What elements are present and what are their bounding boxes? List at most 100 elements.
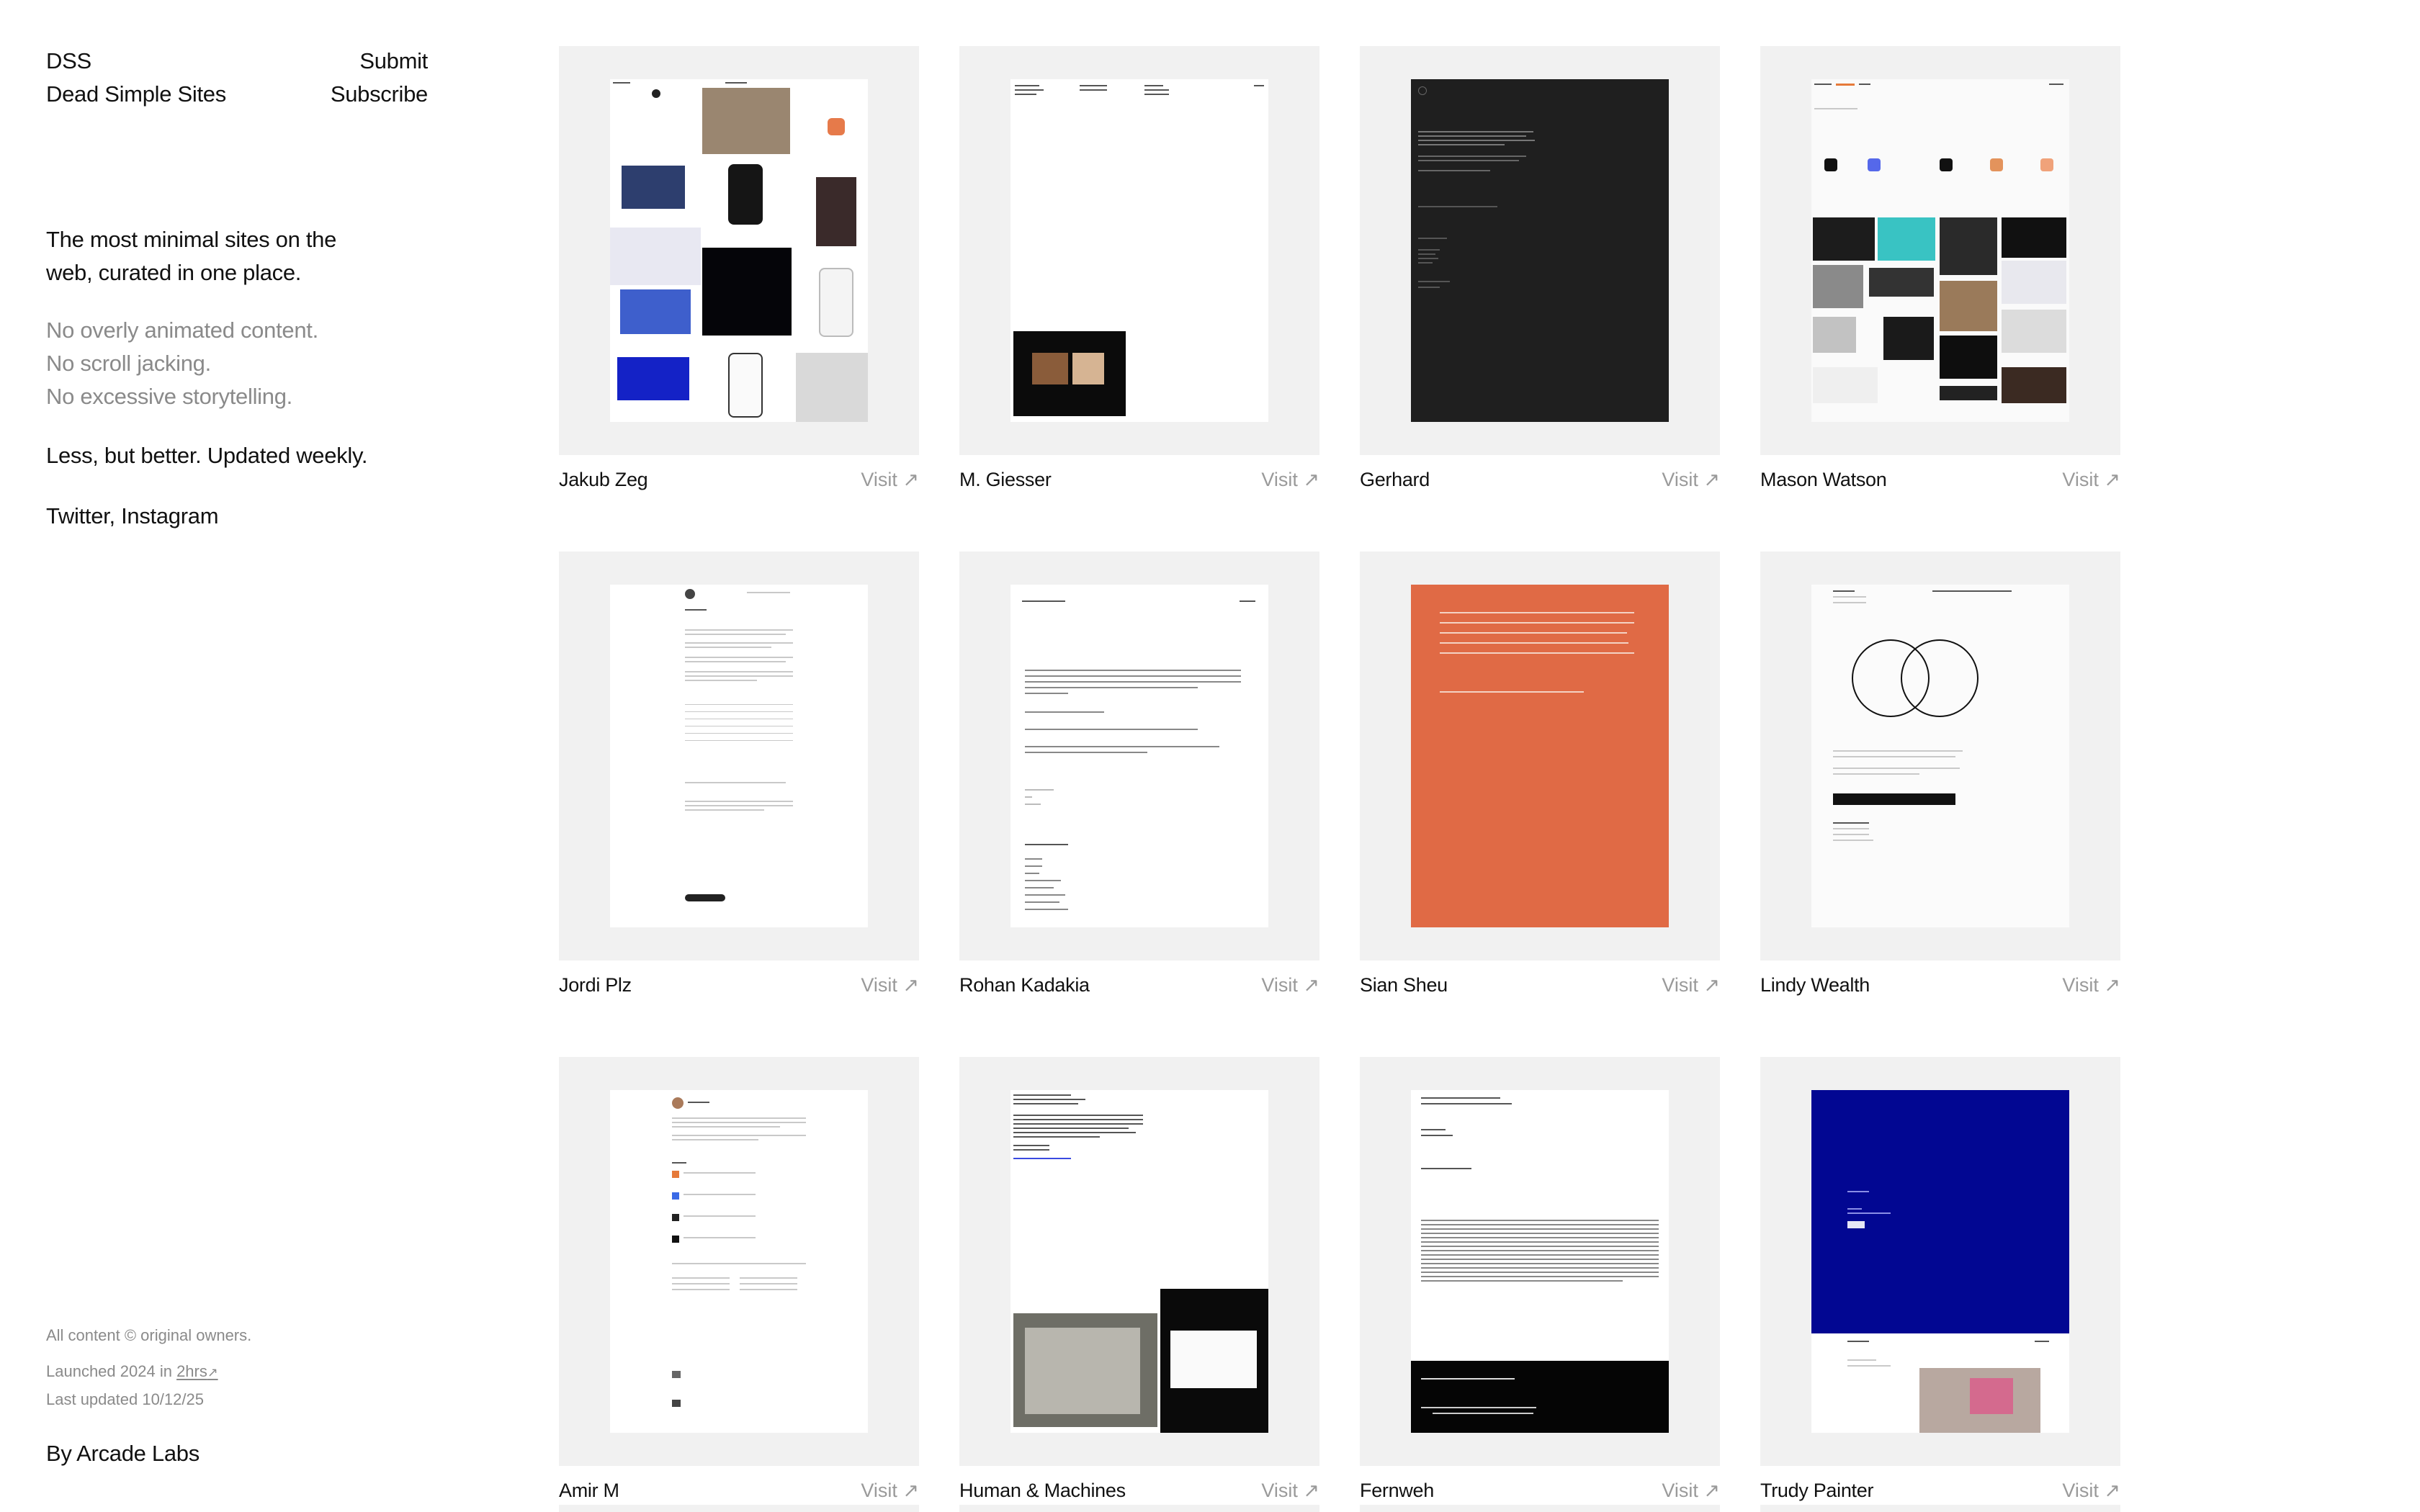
external-arrow-icon: ↗ bbox=[1303, 468, 1319, 490]
site-card: Amir M Visit ↗ bbox=[559, 1057, 919, 1509]
site-caption: Rohan Kadakia Visit ↗ bbox=[959, 966, 1319, 1004]
visit-link[interactable]: Visit ↗ bbox=[2062, 469, 2120, 491]
site-card: Gerhard Visit ↗ bbox=[1360, 46, 1720, 498]
site-thumbnail[interactable] bbox=[1760, 1057, 2120, 1466]
site-thumbnail[interactable] bbox=[1360, 552, 1720, 960]
tagline-line-2: web, curated in one place. bbox=[46, 260, 302, 285]
site-abbr-link[interactable]: DSS bbox=[46, 45, 226, 78]
site-name-link[interactable]: Dead Simple Sites bbox=[46, 78, 226, 111]
visit-link[interactable]: Visit ↗ bbox=[1662, 469, 1720, 491]
external-arrow-icon: ↗ bbox=[902, 468, 919, 490]
site-name: Mason Watson bbox=[1760, 468, 1887, 490]
sidebar: DSS Dead Simple Sites Submit Subscribe T… bbox=[46, 0, 428, 1512]
next-row-thumbnail bbox=[959, 1505, 1319, 1512]
external-arrow-icon: ↗ bbox=[2104, 973, 2120, 996]
site-name: Trudy Painter bbox=[1760, 1479, 1874, 1501]
launched-prefix: Launched 2024 in bbox=[46, 1362, 172, 1380]
site-thumbnail[interactable] bbox=[1760, 46, 2120, 455]
visit-label: Visit bbox=[861, 1479, 897, 1501]
visit-label: Visit bbox=[1261, 973, 1298, 996]
site-card: Jordi Plz Visit ↗ bbox=[559, 552, 919, 1004]
site-name: Rohan Kadakia bbox=[959, 973, 1090, 996]
external-arrow-icon: ↗ bbox=[207, 1365, 218, 1380]
visit-link[interactable]: Visit ↗ bbox=[1261, 1480, 1319, 1502]
site-thumbnail[interactable] bbox=[559, 1057, 919, 1466]
next-row-thumbnail bbox=[1360, 1505, 1720, 1512]
site-caption: Human & Machines Visit ↗ bbox=[959, 1472, 1319, 1509]
site-name: Sian Sheu bbox=[1360, 973, 1448, 996]
by-arcade-labs-link[interactable]: By Arcade Labs bbox=[46, 1437, 200, 1470]
site-caption: Amir M Visit ↗ bbox=[559, 1472, 919, 1509]
last-updated: Last updated 10/12/25 bbox=[46, 1390, 204, 1408]
visit-label: Visit bbox=[1662, 1479, 1698, 1501]
site-card: Trudy Painter Visit ↗ bbox=[1760, 1057, 2120, 1509]
site-name: M. Giesser bbox=[959, 468, 1052, 490]
site-name: Fernweh bbox=[1360, 1479, 1434, 1501]
site-grid: Jakub Zeg Visit ↗ M. Giesser Visit ↗ Ger… bbox=[559, 46, 2122, 1509]
site-name: Jakub Zeg bbox=[559, 468, 648, 490]
site-screenshot bbox=[1010, 1090, 1268, 1433]
site-thumbnail[interactable] bbox=[1360, 46, 1720, 455]
social-links[interactable]: Twitter, Instagram bbox=[46, 500, 219, 533]
site-thumbnail[interactable] bbox=[959, 46, 1319, 455]
next-row-thumbnail bbox=[559, 1505, 919, 1512]
site-screenshot bbox=[1811, 79, 2069, 422]
site-thumbnail[interactable] bbox=[1360, 1057, 1720, 1466]
site-name: Human & Machines bbox=[959, 1479, 1126, 1501]
site-screenshot bbox=[1411, 79, 1669, 422]
site-caption: Jakub Zeg Visit ↗ bbox=[559, 461, 919, 498]
visit-link[interactable]: Visit ↗ bbox=[861, 469, 919, 491]
site-caption: M. Giesser Visit ↗ bbox=[959, 461, 1319, 498]
tagline: The most minimal sites on the web, curat… bbox=[46, 223, 392, 289]
principle-no-scroll-jacking: No scroll jacking. bbox=[46, 351, 211, 376]
site-card: Fernweh Visit ↗ bbox=[1360, 1057, 1720, 1509]
visit-link[interactable]: Visit ↗ bbox=[861, 1480, 919, 1502]
external-arrow-icon: ↗ bbox=[902, 1479, 919, 1501]
site-card: M. Giesser Visit ↗ bbox=[959, 46, 1319, 498]
principles-list: No overly animated content. No scroll ja… bbox=[46, 314, 318, 413]
site-card: Human & Machines Visit ↗ bbox=[959, 1057, 1319, 1509]
sidebar-footer: All content © original owners. Launched … bbox=[46, 1322, 252, 1466]
visit-link[interactable]: Visit ↗ bbox=[1662, 974, 1720, 996]
external-arrow-icon: ↗ bbox=[902, 973, 919, 996]
site-card: Jakub Zeg Visit ↗ bbox=[559, 46, 919, 498]
site-screenshot bbox=[610, 1090, 868, 1433]
site-screenshot bbox=[1411, 1090, 1669, 1433]
site-screenshot bbox=[1010, 79, 1268, 422]
launched-note: Launched 2024 in 2hrs↗ bbox=[46, 1358, 251, 1386]
2hrs-link[interactable]: 2hrs↗ bbox=[176, 1362, 218, 1380]
brand-row: DSS Dead Simple Sites Submit Subscribe bbox=[46, 45, 428, 111]
site-card: Rohan Kadakia Visit ↗ bbox=[959, 552, 1319, 1004]
site-thumbnail[interactable] bbox=[559, 46, 919, 455]
tagline-line-1: The most minimal sites on the bbox=[46, 227, 337, 252]
site-screenshot bbox=[1811, 585, 2069, 927]
2hrs-link-label: 2hrs bbox=[176, 1362, 207, 1380]
site-caption: Jordi Plz Visit ↗ bbox=[559, 966, 919, 1004]
site-thumbnail[interactable] bbox=[1760, 552, 2120, 960]
visit-link[interactable]: Visit ↗ bbox=[1662, 1480, 1720, 1502]
visit-link[interactable]: Visit ↗ bbox=[2062, 1480, 2120, 1502]
site-screenshot bbox=[1010, 585, 1268, 927]
visit-label: Visit bbox=[2062, 1479, 2099, 1501]
subscribe-link[interactable]: Subscribe bbox=[331, 78, 428, 111]
visit-link[interactable]: Visit ↗ bbox=[1261, 974, 1319, 996]
submit-link[interactable]: Submit bbox=[359, 45, 428, 78]
visit-link[interactable]: Visit ↗ bbox=[2062, 974, 2120, 996]
visit-link[interactable]: Visit ↗ bbox=[861, 974, 919, 996]
visit-link[interactable]: Visit ↗ bbox=[1261, 469, 1319, 491]
site-name: Jordi Plz bbox=[559, 973, 632, 996]
copyright-note: All content © original owners. bbox=[46, 1326, 252, 1344]
visit-label: Visit bbox=[2062, 973, 2099, 996]
external-arrow-icon: ↗ bbox=[1703, 1479, 1720, 1501]
visit-label: Visit bbox=[1261, 1479, 1298, 1501]
site-card: Mason Watson Visit ↗ bbox=[1760, 46, 2120, 498]
site-card: Sian Sheu Visit ↗ bbox=[1360, 552, 1720, 1004]
visit-label: Visit bbox=[2062, 468, 2099, 490]
site-thumbnail[interactable] bbox=[959, 552, 1319, 960]
site-thumbnail[interactable] bbox=[959, 1057, 1319, 1466]
site-caption: Sian Sheu Visit ↗ bbox=[1360, 966, 1720, 1004]
site-thumbnail[interactable] bbox=[559, 552, 919, 960]
external-arrow-icon: ↗ bbox=[1703, 973, 1720, 996]
visit-label: Visit bbox=[1261, 468, 1298, 490]
site-screenshot bbox=[1811, 1090, 2069, 1433]
